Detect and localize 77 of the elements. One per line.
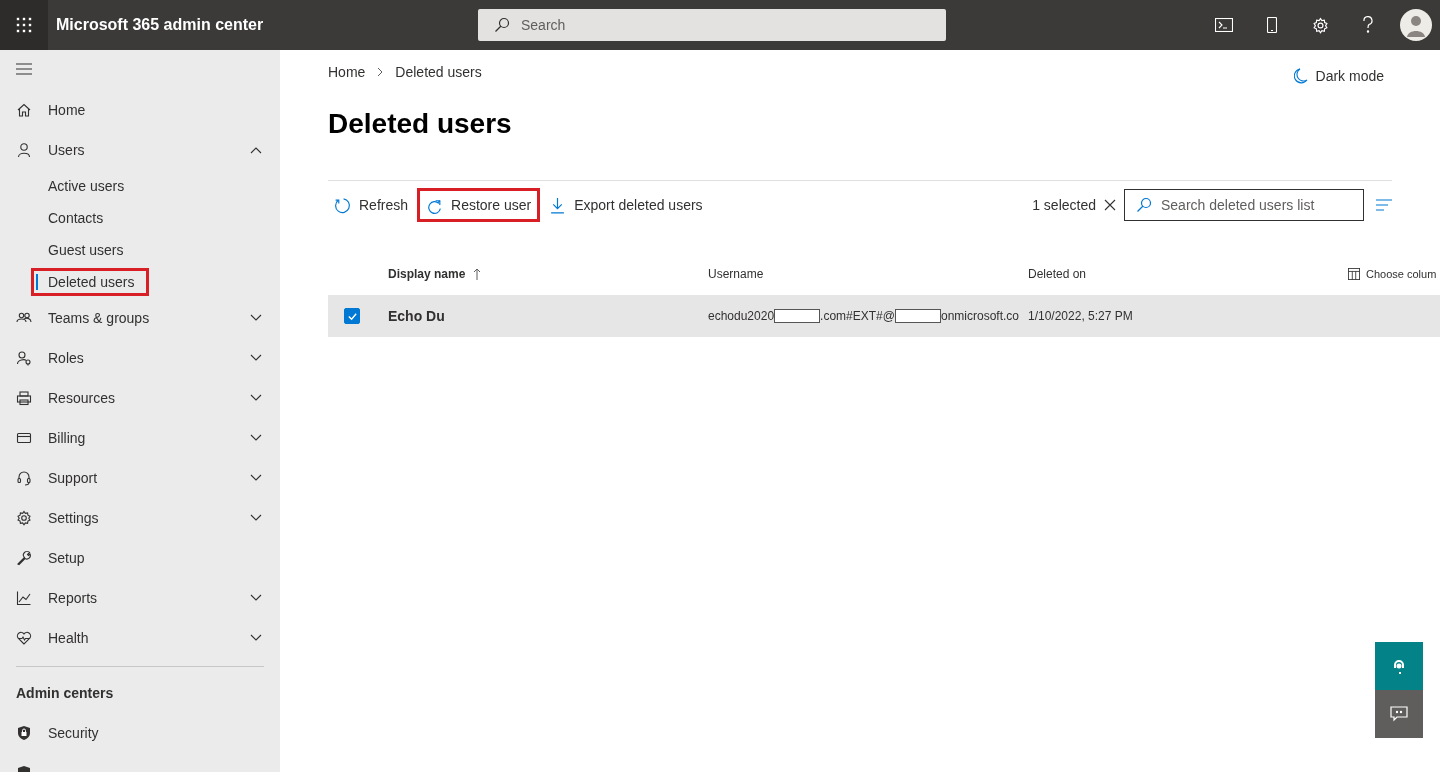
columns-icon <box>1348 268 1360 280</box>
nav-item[interactable]: Reports <box>16 578 264 618</box>
chevron-icon <box>377 67 384 77</box>
close-icon[interactable] <box>1104 199 1116 211</box>
column-header[interactable]: Display name <box>388 267 482 281</box>
card-icon <box>16 430 32 446</box>
toolbar-button[interactable]: Restore user <box>418 189 540 221</box>
download-icon <box>549 196 567 214</box>
avatar-icon[interactable] <box>1400 9 1432 41</box>
breadcrumb-link[interactable]: Home <box>328 64 366 80</box>
page-title: Deleted users <box>328 108 513 140</box>
search-icon <box>1136 197 1152 213</box>
chevron-icon <box>250 594 262 602</box>
roles-icon <box>16 350 32 366</box>
nav-item[interactable]: Billing <box>16 418 264 458</box>
toolbar-button[interactable]: Export deleted users <box>541 189 711 221</box>
table-cell: 1/10/2022, 5:27 PM <box>1028 309 1133 323</box>
row-checkbox[interactable] <box>344 308 360 324</box>
nav-item[interactable]: Support <box>16 458 264 498</box>
chevron-icon <box>250 514 262 522</box>
table-row[interactable]: Echo Du echodu2020 .com#EXT#@ onmicrosoft.co 1/10/2022, 5:27 PM <box>328 295 1440 337</box>
nav-subitem[interactable]: Contacts <box>48 202 104 234</box>
nav-subitem[interactable]: Guest users <box>48 234 124 266</box>
person-icon <box>16 142 32 158</box>
redaction-box <box>774 309 821 323</box>
chevron-icon <box>250 434 262 442</box>
section-title: Admin centers <box>16 684 115 703</box>
toolbar-button[interactable]: Refresh <box>328 189 417 221</box>
chevron-icon <box>250 354 262 362</box>
nav-item[interactable]: Setup <box>16 538 264 578</box>
nav-item[interactable]: Health <box>16 618 264 658</box>
home-icon <box>16 102 32 118</box>
moon-icon <box>1293 68 1308 84</box>
app-title: Microsoft 365 admin center <box>56 16 265 34</box>
chart-icon <box>16 590 32 606</box>
nav-item[interactable]: Resources <box>16 378 264 418</box>
printer-icon <box>16 390 32 406</box>
username-text: echodu2020 <box>708 309 775 323</box>
waffle-icon <box>16 17 32 33</box>
breadcrumb-link[interactable]: Deleted users <box>395 64 482 80</box>
headset-icon <box>1391 658 1407 674</box>
username-text: .com#EXT#@ <box>820 309 895 323</box>
dark-mode-button[interactable]: Dark mode <box>1293 68 1384 84</box>
redaction-box <box>894 309 941 323</box>
sort-arrow-icon <box>473 268 482 280</box>
nav-item[interactable]: Teams & groups <box>16 298 264 338</box>
heart-icon <box>16 630 32 646</box>
search-field[interactable]: Search deleted users list <box>1124 189 1364 221</box>
shield-icon <box>16 725 32 741</box>
username-text: onmicrosoft.co <box>940 309 1019 323</box>
refresh-icon <box>334 196 351 214</box>
chat-icon <box>1390 706 1408 722</box>
selection-count: 1 selected <box>1032 197 1096 213</box>
search-field[interactable]: Search <box>478 9 946 41</box>
nav-item[interactable]: Settings <box>16 498 264 538</box>
help-button[interactable] <box>1375 642 1423 690</box>
chevron-icon <box>250 394 262 402</box>
nav-item[interactable]: Users <box>16 130 264 170</box>
nav-subitem[interactable]: Deleted users <box>34 271 147 293</box>
search-icon <box>494 17 510 33</box>
headset-icon <box>16 470 32 486</box>
chevron-icon <box>250 634 262 642</box>
table-cell: Echo Du <box>388 308 445 324</box>
wrench-icon <box>16 550 32 566</box>
chevron-icon <box>250 146 262 154</box>
chevron-icon <box>250 474 262 482</box>
nav-item[interactable]: Home <box>16 90 264 130</box>
nav-item[interactable]: Roles <box>16 338 264 378</box>
nav-subitem[interactable]: Active users <box>48 170 125 202</box>
choose-columns-button[interactable]: Choose colum <box>1348 268 1437 280</box>
gear-icon <box>16 510 32 526</box>
column-header[interactable]: Username <box>708 267 764 281</box>
column-header[interactable]: Deleted on <box>1028 267 1087 281</box>
check-icon <box>346 310 358 322</box>
nav-item[interactable]: Security <box>48 725 264 741</box>
chevron-icon <box>250 314 262 322</box>
feedback-button[interactable] <box>1375 690 1423 738</box>
